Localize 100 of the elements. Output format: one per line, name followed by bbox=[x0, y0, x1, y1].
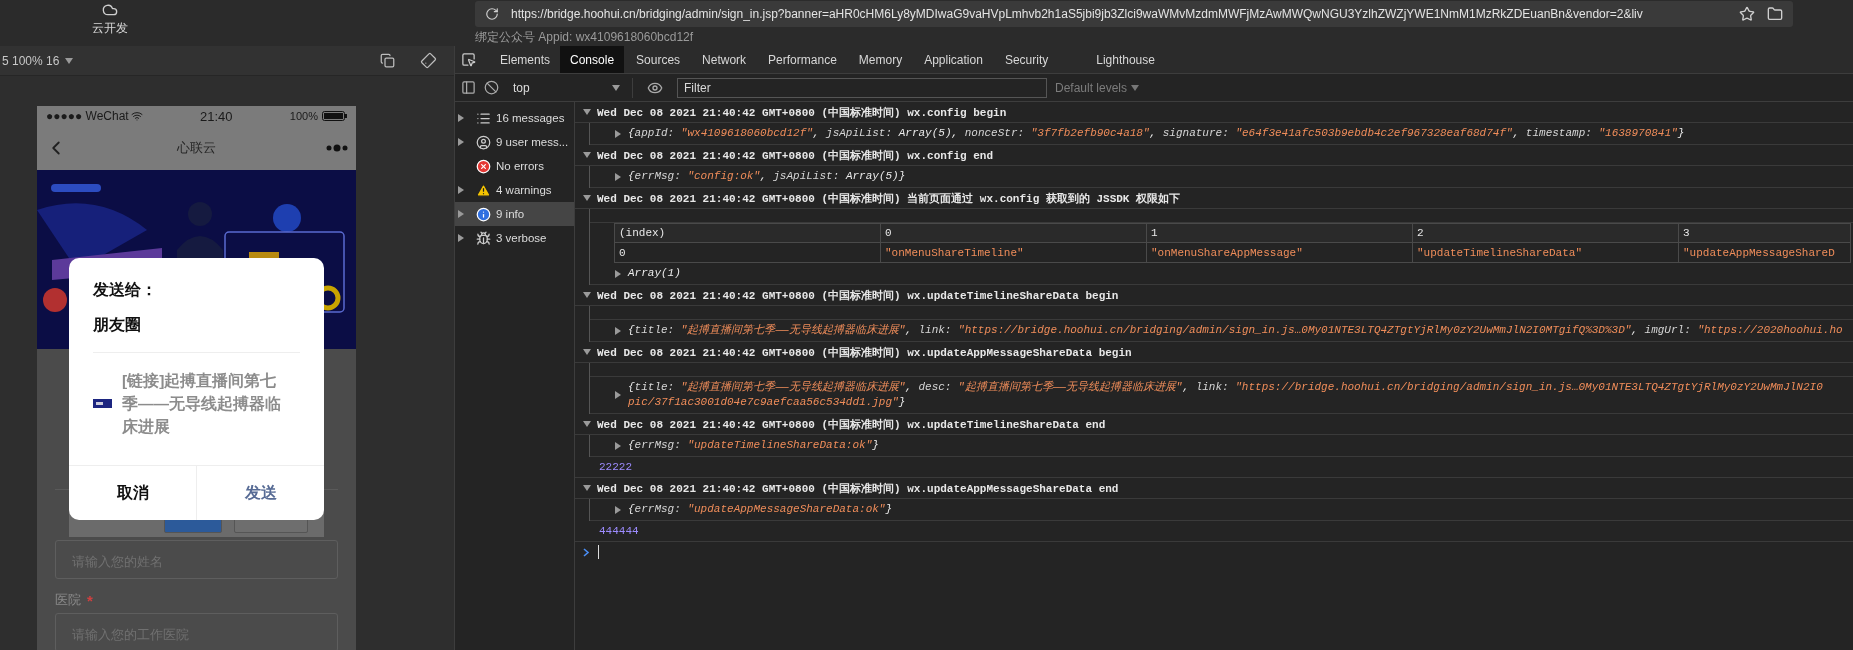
prompt-icon bbox=[583, 547, 590, 557]
levels-dropdown[interactable]: Default levels bbox=[1055, 80, 1146, 95]
object-preview[interactable]: {title: "起搏直播间第七季——无导线起搏器临床进展", desc: "起搏直播间第七季——无导线起搏器临床进展", link: "https://bridge.hoohui.cn/bridging/admin/sign_in.js…0My01NTE3LTQ4ZTgtYjRlMy0zY2UwMmJlN2I0 bbox=[628, 380, 1823, 395]
devtools-tab[interactable]: Console bbox=[560, 46, 625, 73]
log-group-header[interactable]: Wed Dec 08 2021 21:40:42 GMT+0800 (中国标准时间) wx.updateAppMessageShareData begin bbox=[597, 344, 1132, 360]
log-group-header[interactable]: Wed Dec 08 2021 21:40:42 GMT+0800 (中国标准时间) wx.config begin bbox=[597, 104, 1007, 120]
expand-caret-icon[interactable] bbox=[457, 138, 465, 146]
sidebar-item[interactable]: 16 messages bbox=[455, 106, 574, 130]
expand-caret-icon[interactable] bbox=[614, 441, 622, 450]
expand-caret-icon[interactable] bbox=[457, 210, 465, 218]
devtools-tab[interactable]: Sources bbox=[626, 46, 691, 73]
object-preview[interactable]: {title: "起搏直播间第七季——无导线起搏器临床进展", link: "https://bridge.hoohui.cn/bridging/admin/sign_in.js…0My01NTE3LTQ4ZTgtYjRlMy0zY2UwMmJlN2I0MTgifQ%3D%3D", imgUrl: "https://2020hoohui.ho bbox=[628, 323, 1843, 338]
cancel-button[interactable]: 取消 bbox=[69, 466, 196, 520]
table-header[interactable]: 2 bbox=[1413, 223, 1679, 243]
object-preview[interactable]: pic/37f1ac3001d04e7c9aefcaa56c534dd1.jpg"} bbox=[628, 395, 1823, 410]
send-button[interactable]: 发送 bbox=[196, 466, 324, 520]
sidebar-item[interactable]: 3 verbose bbox=[455, 226, 574, 250]
log-group-header[interactable]: Wed Dec 08 2021 21:40:42 GMT+0800 (中国标准时间) wx.updateAppMessageShareData end bbox=[597, 480, 1119, 496]
expand-caret-icon[interactable] bbox=[457, 186, 465, 194]
url-bar[interactable]: https://bridge.hoohui.cn/bridging/admin/sign_in.jsp?banner=aHR0cHM6Ly8yMDIwaG9vaHVpLmhvb2h1aS5jbi9jb3Zlci9waWMvMzdmMWFjMzAwMWQwNGU3YzlhZWZjYWE1NmM1MzRkZDEuanBn&vendor=2&liv bbox=[475, 1, 1793, 27]
inspect-icon[interactable] bbox=[461, 52, 476, 67]
collapse-caret-icon[interactable] bbox=[583, 420, 591, 428]
sidebar-item[interactable]: No errors bbox=[455, 154, 574, 178]
collapse-caret-icon[interactable] bbox=[583, 151, 591, 159]
link-thumbnail-icon bbox=[93, 399, 112, 408]
table-cell: 0 bbox=[615, 243, 881, 263]
log-value: 22222 bbox=[599, 461, 632, 473]
sidebar-item[interactable]: 9 info bbox=[455, 202, 574, 226]
zoom-select[interactable]: 5 100% 16 bbox=[2, 53, 60, 68]
devtools-tab[interactable]: Lighthouse bbox=[1086, 46, 1165, 73]
devtools-tab[interactable]: Application bbox=[914, 46, 993, 73]
table-header[interactable]: (index) bbox=[615, 223, 881, 243]
list-icon bbox=[476, 110, 491, 126]
required-mark: * bbox=[87, 591, 93, 609]
page-title: 心联云 bbox=[177, 139, 216, 157]
star-icon[interactable] bbox=[1739, 6, 1755, 22]
devtools-tab[interactable]: Network bbox=[692, 46, 757, 73]
hospital-label: 医院 bbox=[55, 591, 81, 609]
filter-field[interactable]: Filter bbox=[677, 77, 1047, 98]
dropdown-caret-icon[interactable] bbox=[612, 83, 620, 92]
levels-caret-icon[interactable] bbox=[1131, 83, 1140, 92]
context-select[interactable]: top bbox=[507, 77, 633, 98]
battery-icon bbox=[322, 111, 347, 121]
expand-caret-icon[interactable] bbox=[614, 505, 622, 514]
sidebar-item[interactable]: 4 warnings bbox=[455, 178, 574, 202]
collapse-caret-icon[interactable] bbox=[583, 194, 591, 202]
devtools-tab[interactable]: Security bbox=[994, 46, 1059, 73]
table-cell: "onMenuShareAppMessage" bbox=[1147, 243, 1413, 263]
log-group-header[interactable]: Wed Dec 08 2021 21:40:42 GMT+0800 (中国标准时间) wx.config end bbox=[597, 147, 994, 163]
link-title: [链接]起搏直播间第七季——无导线起搏器临床进展 bbox=[122, 371, 282, 437]
devtools-tab[interactable]: Elements bbox=[490, 46, 561, 73]
share-target: 朋友圈 bbox=[93, 315, 142, 335]
devtools-tab[interactable]: Performance bbox=[758, 46, 847, 73]
expand-caret-icon[interactable] bbox=[457, 234, 465, 242]
log-group-header[interactable]: Wed Dec 08 2021 21:40:42 GMT+0800 (中国标准时间) 当前页面通过 wx.config 获取到的 JSSDK 权限如下 bbox=[597, 190, 1181, 206]
clear-console-icon[interactable] bbox=[484, 80, 499, 95]
expand-caret-icon[interactable] bbox=[457, 114, 465, 122]
devtools-tab[interactable]: Memory bbox=[848, 46, 913, 73]
dialog-title: 发送给： bbox=[93, 280, 158, 300]
object-preview[interactable]: {appId: "wx4109618060bcd12f", jsApiList: Array(5), nonceStr: "3f7fb2efb90c4a18", signature: "e64f3e41afc503b9ebdb4c2ef967328eaf68d74f", timestamp: "1638970841"} bbox=[628, 126, 1685, 141]
expand-caret-icon[interactable] bbox=[614, 391, 622, 399]
bug-icon bbox=[476, 230, 491, 246]
table-cell: "updateTimelineShareData" bbox=[1413, 243, 1679, 263]
table-header[interactable]: 3 bbox=[1679, 223, 1851, 243]
more-icon[interactable] bbox=[326, 144, 348, 152]
expand-caret-icon[interactable] bbox=[614, 326, 622, 335]
caret-icon[interactable] bbox=[65, 56, 74, 65]
object-preview[interactable]: {errMsg: "config:ok", jsApiList: Array(5)} bbox=[628, 169, 906, 184]
appid-text: 绑定公众号 Appid: wx4109618060bcd12f bbox=[475, 29, 695, 46]
table-header[interactable]: 0 bbox=[881, 223, 1147, 243]
warning-icon bbox=[476, 182, 491, 198]
reload-icon[interactable] bbox=[485, 7, 499, 21]
expand-caret-icon[interactable] bbox=[614, 269, 622, 278]
clock-text: 21:40 bbox=[200, 108, 233, 124]
object-preview[interactable]: {errMsg: "updateTimelineShareData:ok"} bbox=[628, 438, 879, 453]
log-group-header[interactable]: Wed Dec 08 2021 21:40:42 GMT+0800 (中国标准时间) wx.updateTimelineShareData end bbox=[597, 416, 1106, 432]
error-icon bbox=[476, 158, 491, 174]
battery-text: 100% bbox=[289, 110, 318, 122]
collapse-caret-icon[interactable] bbox=[583, 291, 591, 299]
log-group-header[interactable]: Wed Dec 08 2021 21:40:42 GMT+0800 (中国标准时间) wx.updateTimelineShareData begin bbox=[597, 287, 1119, 303]
expand-caret-icon[interactable] bbox=[614, 129, 622, 138]
collapse-caret-icon[interactable] bbox=[583, 484, 591, 492]
cloud-icon[interactable] bbox=[102, 2, 118, 18]
log-value: 444444 bbox=[599, 525, 639, 537]
folder-icon[interactable] bbox=[1767, 6, 1783, 22]
user-icon bbox=[476, 134, 491, 150]
object-preview[interactable]: Array(1) bbox=[628, 266, 681, 281]
collapse-caret-icon[interactable] bbox=[583, 348, 591, 356]
table-header[interactable]: 1 bbox=[1147, 223, 1413, 243]
table-cell: "onMenuShareTimeline" bbox=[881, 243, 1147, 263]
cloud-dev-label[interactable]: 云开发 bbox=[92, 20, 128, 37]
sidebar-item[interactable]: 9 user mess... bbox=[455, 130, 574, 154]
expand-caret-icon[interactable] bbox=[614, 172, 622, 181]
wifi-icon bbox=[130, 110, 143, 122]
info-icon bbox=[476, 206, 491, 222]
table-cell: "updateAppMessageShareD bbox=[1679, 243, 1851, 263]
sidebar-toggle-icon[interactable] bbox=[461, 80, 476, 95]
object-preview[interactable]: {errMsg: "updateAppMessageShareData:ok"} bbox=[628, 502, 893, 517]
copy-icon[interactable] bbox=[380, 53, 395, 68]
collapse-caret-icon[interactable] bbox=[583, 108, 591, 116]
